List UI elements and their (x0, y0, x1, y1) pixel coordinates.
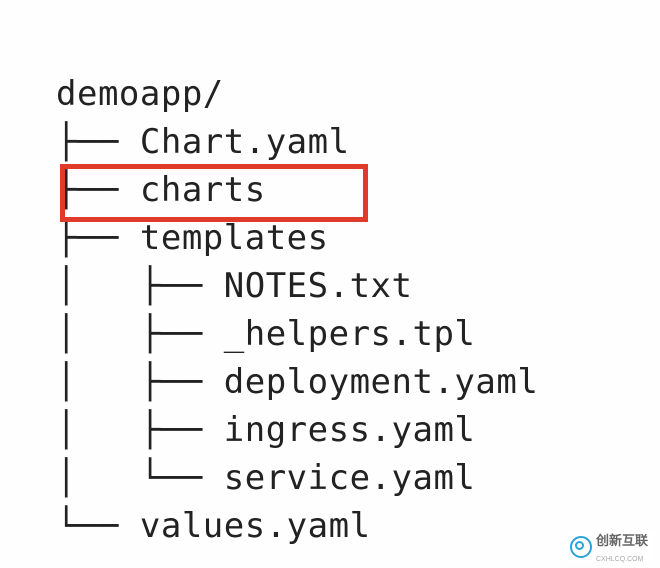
watermark: 创新互联 CXHLCQ.COM (564, 532, 654, 562)
tree-root: demoapp/ (56, 74, 224, 114)
watermark-logo-icon (570, 536, 592, 558)
tree-item-chart-yaml: ├── Chart.yaml (56, 122, 350, 162)
tree-item-helpers-tpl: │ ├── _helpers.tpl (56, 314, 475, 354)
watermark-text-cn: 创新互联 (596, 533, 648, 548)
watermark-text-en: CXHLCQ.COM (596, 556, 643, 563)
tree-item-ingress: │ ├── ingress.yaml (56, 410, 475, 450)
tree-item-notes-txt: │ ├── NOTES.txt (56, 266, 413, 306)
tree-item-values-yaml: └── values.yaml (56, 506, 371, 546)
tree-item-service: │ └── service.yaml (56, 458, 475, 498)
tree-item-deployment: │ ├── deployment.yaml (56, 362, 538, 402)
tree-item-charts: ├── charts (56, 170, 266, 210)
directory-tree: demoapp/ ├── Chart.yaml ├── charts ├── t… (0, 0, 660, 550)
tree-item-templates: ├── templates (56, 218, 329, 258)
